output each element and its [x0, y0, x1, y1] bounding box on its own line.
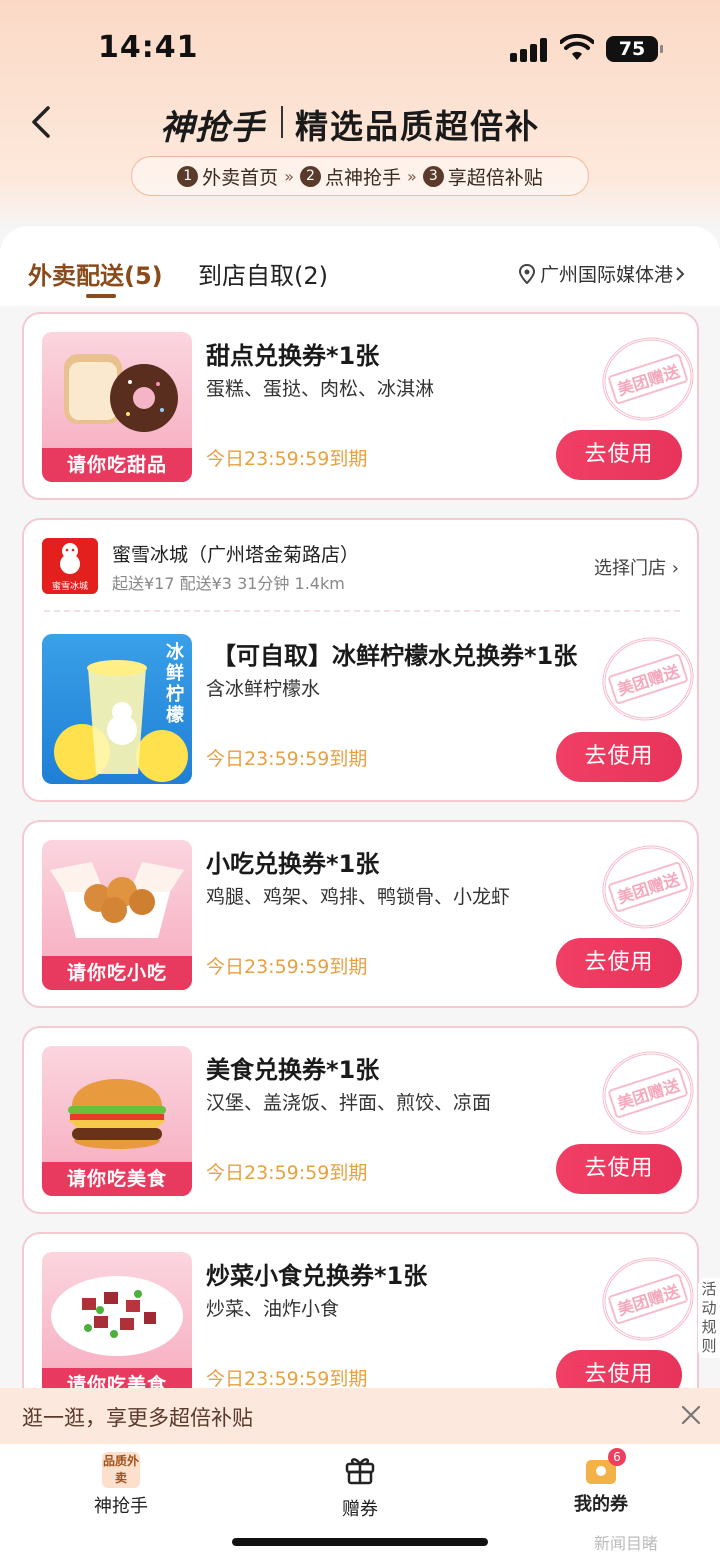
ticket-divider — [44, 610, 680, 612]
double-arrow-icon: » — [407, 166, 417, 186]
use-coupon-button[interactable]: 去使用 — [556, 938, 682, 988]
battery-indicator: 75 — [606, 36, 663, 62]
close-icon[interactable] — [680, 1404, 702, 1426]
nav-item-gift-coupon[interactable]: 赠券 — [330, 1452, 390, 1521]
signal-icon — [510, 38, 548, 62]
status-bar: 14:41 75 — [0, 0, 720, 100]
notification-badge: 6 — [608, 1448, 626, 1466]
coupon-card: 请你吃美食 美食兑换券*1张 汉堡、盖浇饭、拌面、煎饺、凉面 今日23:59:5… — [22, 1026, 705, 1214]
nav-label: 赠券 — [342, 1499, 378, 1520]
tab-active-indicator — [86, 294, 116, 298]
coupon-description: 蛋糕、蛋挞、肉松、冰淇淋 — [206, 378, 435, 400]
coupon-expiry: 今日23:59:59到期 — [206, 1162, 368, 1184]
meituan-gift-stamp: 美团赠送 — [591, 1039, 705, 1147]
step-number: 3 — [422, 165, 444, 187]
location-name: 广州国际媒体港 — [540, 264, 674, 286]
back-icon[interactable] — [24, 104, 60, 140]
home-indicator — [232, 1538, 488, 1546]
wifi-icon — [560, 34, 594, 60]
meituan-gift-stamp: 美团赠送 — [591, 1245, 705, 1353]
coupon-image-label: 请你吃小吃 — [42, 956, 192, 990]
gift-icon — [345, 1458, 375, 1485]
meituan-gift-stamp: 美团赠送 — [591, 833, 705, 941]
bread-donut-icon — [64, 354, 178, 432]
choose-store-link[interactable]: 选择门店 › — [594, 554, 679, 580]
fried-chicken-box-icon — [50, 862, 184, 938]
meituan-gift-stamp: 美团赠送 — [591, 625, 705, 733]
tab-pickup[interactable]: 到店自取(2) — [198, 256, 328, 291]
step-number: 1 — [177, 165, 199, 187]
coupon-image-snack: 请你吃小吃 — [42, 840, 192, 990]
meituan-gift-stamp: 美团赠送 — [591, 325, 705, 433]
quality-takeout-icon: 品质外卖 — [102, 1452, 140, 1488]
coupon-card: 请你吃甜品 甜点兑换券*1张 蛋糕、蛋挞、肉松、冰淇淋 今日23:59:59到期… — [22, 312, 705, 500]
use-coupon-button[interactable]: 去使用 — [556, 430, 682, 480]
coupon-card-with-shop: 蜜雪冰城 蜜雪冰城（广州塔金菊路店） 起送¥17 配送¥3 31分钟 1.4km… — [22, 518, 705, 802]
page-title: 精选品质超倍补 — [295, 107, 540, 146]
watermark: 新闻目睹 — [594, 1534, 659, 1553]
coupon-title: 甜点兑换券*1张 — [206, 342, 380, 370]
steps-guide: 1 外卖首页 » 2 点神抢手 » 3 享超倍补贴 — [131, 156, 589, 196]
burger-icon — [68, 1079, 166, 1149]
nav-item-shenqiangshou[interactable]: 品质外卖 神抢手 — [88, 1452, 154, 1518]
nav-label: 我的券 — [574, 1494, 628, 1515]
shop-name: 蜜雪冰城（广州塔金菊路店） — [112, 544, 360, 566]
step-label: 点神抢手 — [324, 166, 401, 189]
coupon-description: 汉堡、盖浇饭、拌面、煎饺、凉面 — [206, 1092, 492, 1114]
promo-text: 逛一逛，享更多超倍补贴 — [22, 1406, 253, 1430]
shop-delivery-info: 起送¥17 配送¥3 31分钟 1.4km — [112, 574, 345, 593]
coupon-description: 鸡腿、鸡架、鸡排、鸭锁骨、小龙虾 — [206, 886, 511, 908]
use-coupon-button[interactable]: 去使用 — [556, 732, 682, 782]
brand-logo: 神抢手 — [160, 108, 265, 148]
coupon-title: 小吃兑换券*1张 — [206, 850, 380, 878]
snowman-logo-icon — [60, 543, 80, 574]
tab-delivery[interactable]: 外卖配送(5) — [28, 256, 163, 291]
coupon-image-stir-fry: 请你吃美食 — [42, 1252, 192, 1402]
chevron-right-icon — [676, 266, 685, 281]
coupon-expiry: 今日23:59:59到期 — [206, 1368, 368, 1390]
status-time: 14:41 — [98, 30, 199, 65]
nav-label: 神抢手 — [94, 1496, 148, 1517]
double-arrow-icon: » — [284, 166, 294, 186]
step-number: 2 — [299, 165, 321, 187]
use-coupon-button[interactable]: 去使用 — [556, 1144, 682, 1194]
nav-item-my-coupons[interactable]: 6 我的券 — [566, 1448, 636, 1516]
coupon-description: 炒菜、油炸小食 — [206, 1298, 340, 1320]
coupon-card: 请你吃小吃 小吃兑换券*1张 鸡腿、鸡架、鸡排、鸭锁骨、小龙虾 今日23:59:… — [22, 820, 705, 1008]
coupon-image-label: 请你吃甜品 — [42, 448, 192, 482]
coupon-title: 美食兑换券*1张 — [206, 1056, 380, 1084]
title-separator — [281, 106, 283, 138]
coupon-title: 【可自取】冰鲜柠檬水兑换券*1张 — [212, 642, 578, 670]
step-label: 享超倍补贴 — [447, 166, 543, 189]
coupon-image-label: 请你吃美食 — [42, 1162, 192, 1196]
coupon-expiry: 今日23:59:59到期 — [206, 448, 368, 470]
shop-logo: 蜜雪冰城 — [42, 538, 98, 594]
coupon-expiry: 今日23:59:59到期 — [206, 956, 368, 978]
my-coupons-icon: 6 — [584, 1448, 626, 1486]
coupon-description: 含冰鲜柠檬水 — [206, 678, 321, 700]
coupon-title: 炒菜小食兑换券*1张 — [206, 1262, 428, 1290]
activity-rules-tab[interactable]: 活动规则 — [698, 1278, 720, 1358]
coupon-image-label: 冰鲜柠檬 — [166, 642, 184, 726]
stir-fry-plate-icon — [51, 1276, 183, 1356]
coupon-image-dessert: 请你吃甜品 — [42, 332, 192, 482]
location-pin-icon — [518, 263, 536, 284]
step-label: 外卖首页 — [202, 166, 279, 189]
coupon-image-lemon-water: 冰鲜柠檬 — [42, 634, 192, 784]
location-selector[interactable]: 广州国际媒体港 — [518, 260, 691, 287]
coupon-image-burger: 请你吃美食 — [42, 1046, 192, 1196]
coupon-expiry: 今日23:59:59到期 — [206, 748, 368, 770]
